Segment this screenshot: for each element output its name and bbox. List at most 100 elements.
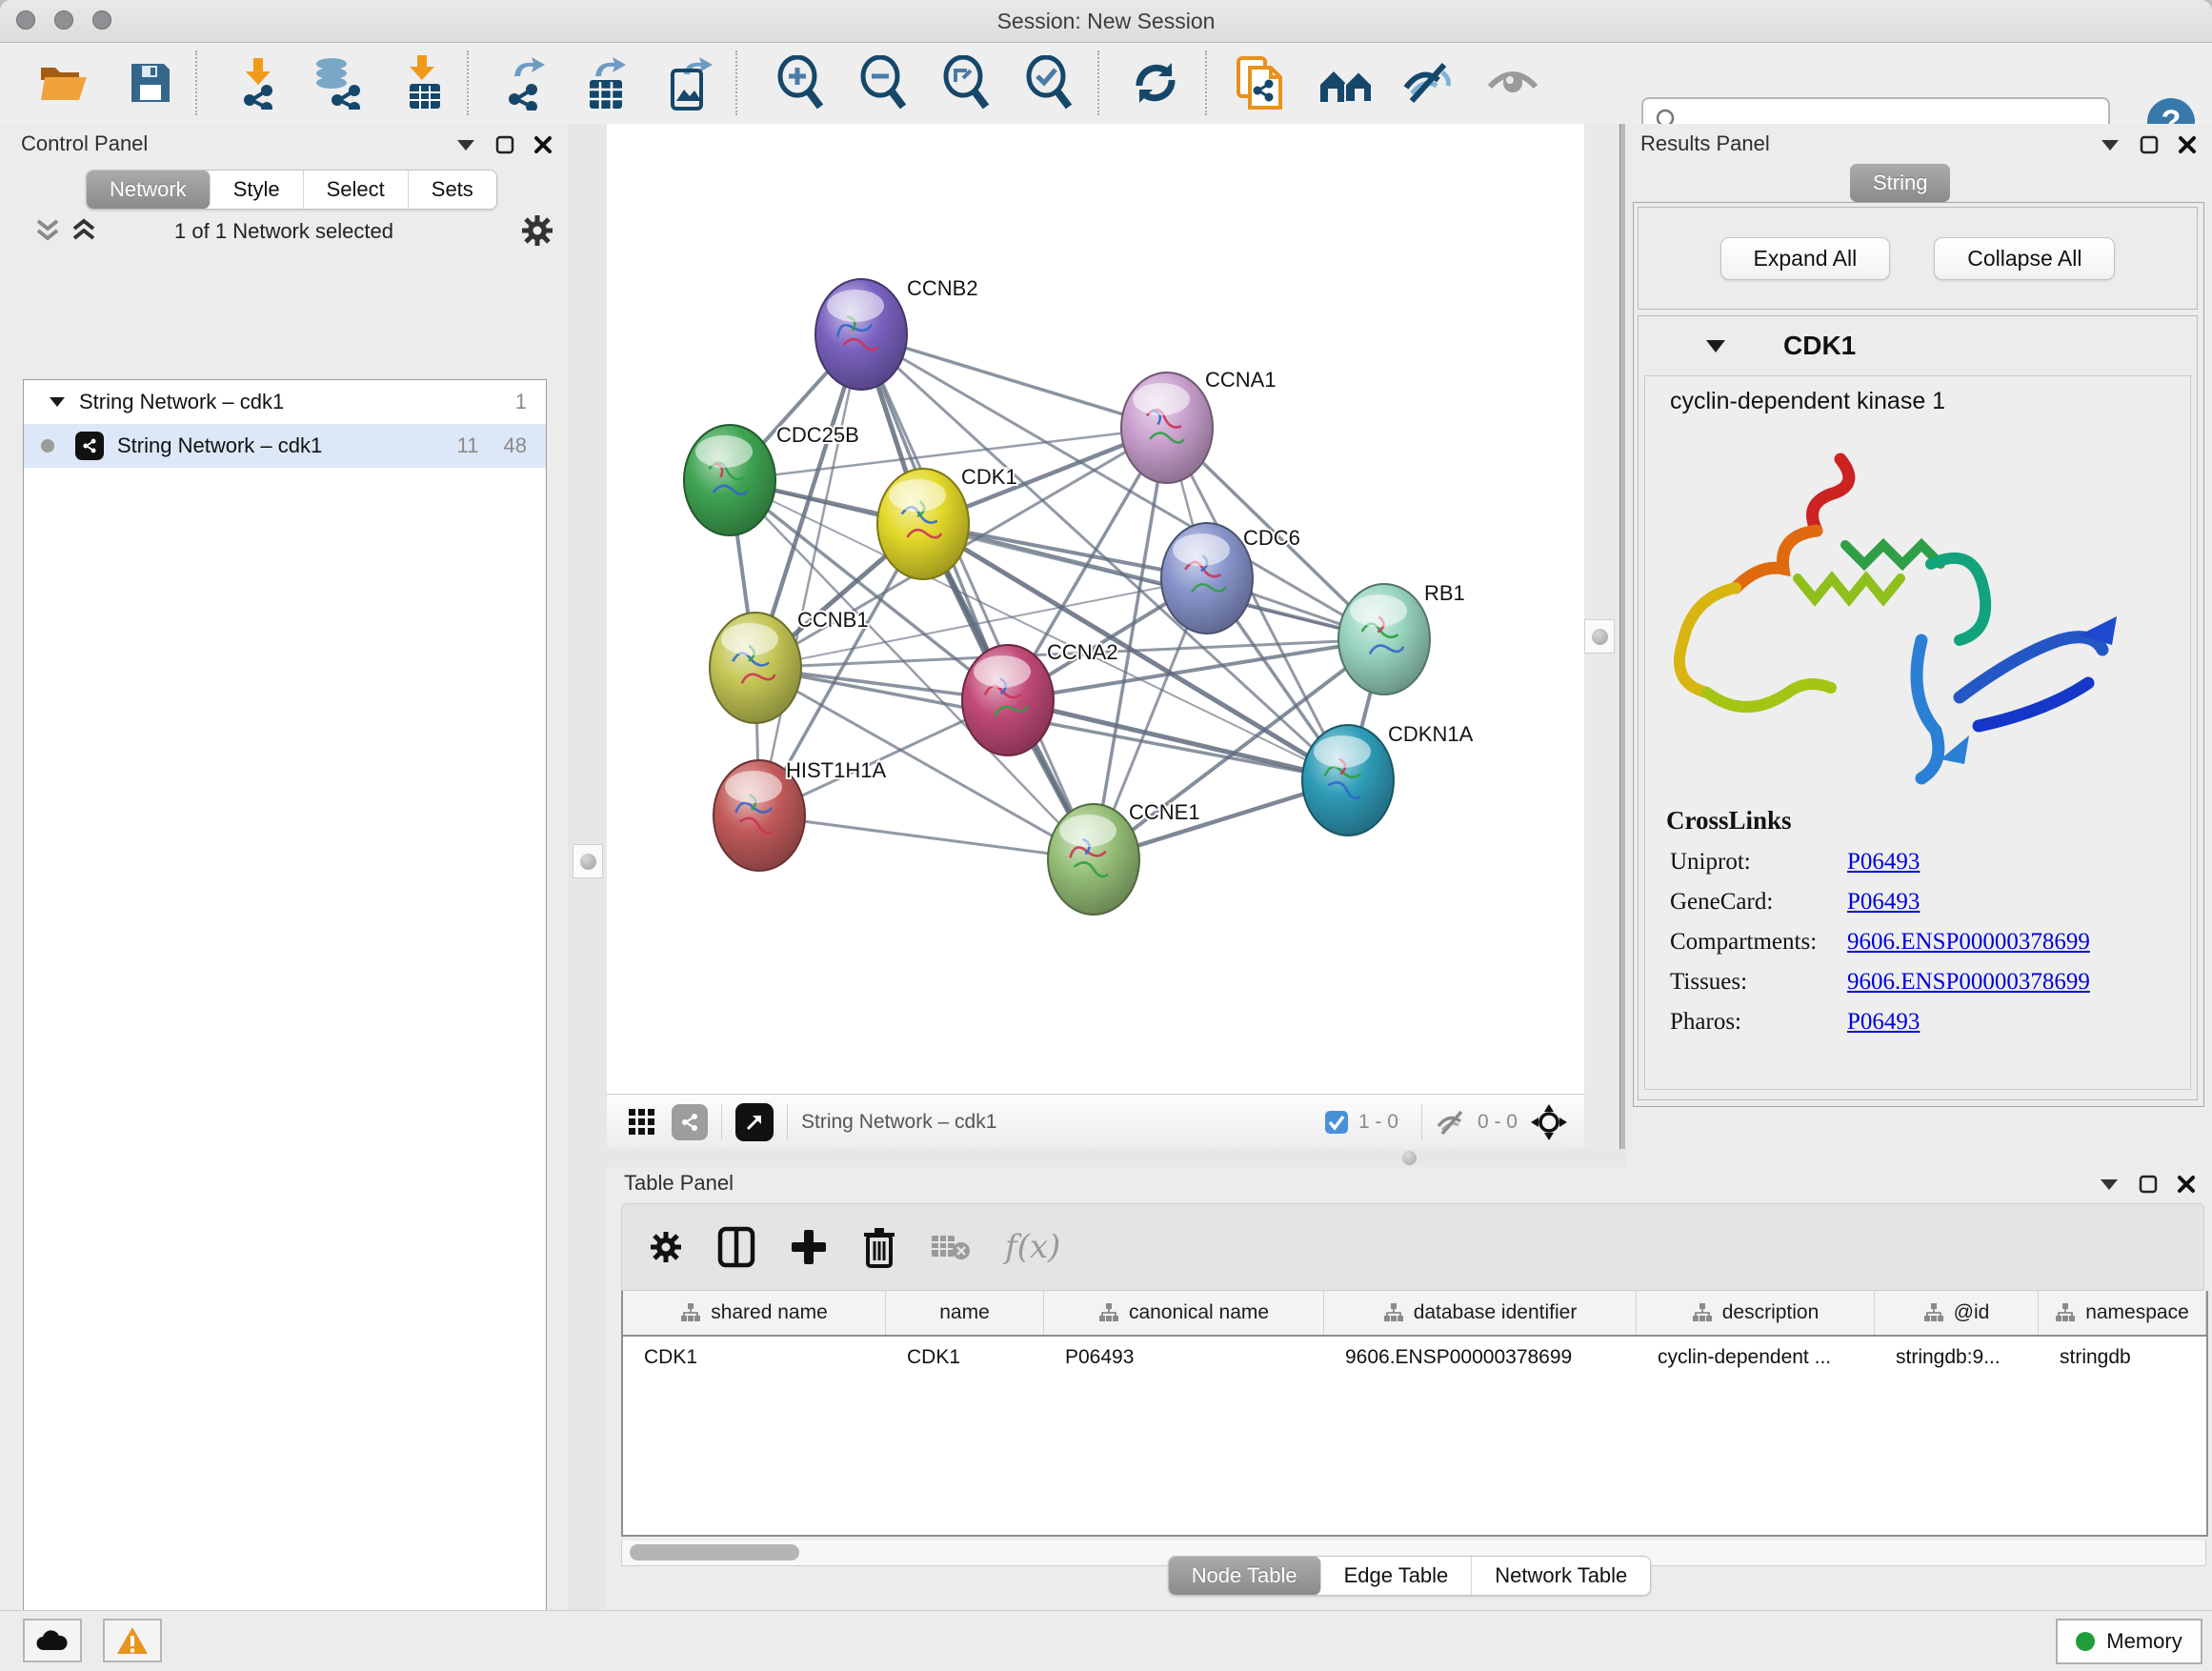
delete-table-icon[interactable]	[931, 1232, 971, 1262]
crosslink-link[interactable]: 9606.ENSP00000378699	[1847, 929, 2090, 956]
column-header-canonical-name[interactable]: canonical name	[1044, 1291, 1324, 1335]
zoom-in-icon[interactable]	[772, 54, 829, 111]
import-network-file-icon[interactable]	[230, 54, 287, 111]
zoom-selected-icon[interactable]	[1020, 54, 1077, 111]
table-row[interactable]: CDK1CDK1P064939606.ENSP00000378699cyclin…	[623, 1337, 2206, 1379]
table-cell[interactable]: stringdb:9...	[1875, 1346, 2039, 1369]
hide-selected-icon[interactable]	[1400, 54, 1458, 111]
column-header-database-identifier[interactable]: database identifier	[1324, 1291, 1637, 1335]
network-node[interactable]	[1048, 804, 1139, 915]
first-neighbors-icon[interactable]	[1318, 54, 1376, 111]
table-options-gear-icon[interactable]	[649, 1230, 683, 1264]
crosslink-link[interactable]: P06493	[1847, 1009, 1920, 1036]
collapse-arrow-icon[interactable]	[49, 396, 66, 408]
export-image-icon[interactable]	[663, 54, 720, 111]
memory-button[interactable]: Memory	[2056, 1619, 2202, 1664]
export-network-icon[interactable]	[496, 54, 553, 111]
show-all-icon[interactable]	[1484, 54, 1541, 111]
panel-menu-icon[interactable]	[2099, 1178, 2120, 1191]
close-panel-icon[interactable]	[2178, 135, 2197, 154]
section-collapse-icon[interactable]	[1705, 339, 1726, 353]
import-network-database-icon[interactable]	[309, 54, 366, 111]
crosslink-link[interactable]: P06493	[1847, 849, 1920, 876]
table-cell[interactable]: P06493	[1044, 1346, 1324, 1369]
column-header-description[interactable]: description	[1637, 1291, 1875, 1335]
show-columns-icon[interactable]	[717, 1226, 755, 1268]
network-badge-icon[interactable]	[672, 1104, 708, 1140]
float-panel-icon[interactable]	[2140, 135, 2159, 154]
function-builder-icon[interactable]: f(x)	[1005, 1228, 1060, 1266]
column-header-name[interactable]: name	[886, 1291, 1044, 1335]
footer-separator	[787, 1104, 788, 1140]
horizontal-splitter-handle[interactable]	[1402, 1151, 1417, 1165]
table-cell[interactable]: 9606.ENSP00000378699	[1324, 1346, 1637, 1369]
network-node[interactable]	[815, 279, 907, 390]
table-cell[interactable]: stringdb	[2039, 1346, 2206, 1369]
new-network-from-selection-icon[interactable]	[1231, 54, 1288, 111]
hidden-eye-icon[interactable]	[1436, 1109, 1468, 1136]
right-splitter[interactable]	[1584, 124, 1619, 1149]
left-splitter[interactable]	[568, 124, 607, 1610]
crosslink-link[interactable]: P06493	[1847, 889, 1920, 916]
add-column-icon[interactable]	[790, 1228, 828, 1266]
network-node[interactable]	[1121, 372, 1213, 483]
open-in-browser-icon[interactable]	[735, 1103, 774, 1141]
column-header--id[interactable]: @id	[1875, 1291, 2039, 1335]
column-header-shared-name[interactable]: shared name	[623, 1291, 886, 1335]
left-splitter-handle[interactable]	[573, 844, 603, 878]
gene-section-header[interactable]: CDK1	[1639, 316, 2197, 375]
selected-checkbox-icon[interactable]	[1324, 1110, 1349, 1135]
delete-column-icon[interactable]	[862, 1226, 896, 1268]
close-panel-icon[interactable]	[533, 135, 553, 154]
export-table-icon[interactable]	[578, 54, 635, 111]
network-node[interactable]	[710, 613, 801, 723]
float-panel-icon[interactable]	[2139, 1175, 2158, 1194]
panel-menu-icon[interactable]	[2100, 138, 2121, 151]
tab-style[interactable]: Style	[211, 171, 304, 209]
tab-node-table[interactable]: Node Table	[1169, 1557, 1321, 1595]
table-cell[interactable]: cyclin-dependent ...	[1637, 1346, 1875, 1369]
float-panel-icon[interactable]	[495, 135, 514, 154]
warnings-button[interactable]	[103, 1619, 162, 1662]
table-cell[interactable]: CDK1	[623, 1346, 886, 1369]
network-collection-row[interactable]: String Network – cdk1 1	[24, 380, 546, 424]
toolbar-separator	[735, 50, 737, 115]
network-node[interactable]	[1161, 523, 1253, 634]
network-node[interactable]	[1302, 725, 1394, 836]
network-edge[interactable]	[861, 334, 1094, 859]
grid-view-icon[interactable]	[628, 1108, 656, 1137]
column-header-namespace[interactable]: namespace	[2039, 1291, 2206, 1335]
network-row[interactable]: String Network – cdk1 11 48	[24, 424, 546, 468]
network-edge[interactable]	[861, 334, 1167, 428]
fit-selection-crosshair-icon[interactable]	[1531, 1104, 1567, 1140]
tab-network-table[interactable]: Network Table	[1472, 1557, 1650, 1595]
tab-network[interactable]: Network	[87, 171, 211, 209]
collapse-all-button[interactable]: Collapse All	[1934, 237, 2115, 280]
refresh-icon[interactable]	[1127, 54, 1184, 111]
network-node[interactable]	[1338, 584, 1430, 695]
import-table-icon[interactable]	[395, 54, 452, 111]
tab-select[interactable]: Select	[304, 171, 409, 209]
panel-menu-icon[interactable]	[455, 138, 476, 151]
network-edge[interactable]	[759, 334, 861, 815]
network-node[interactable]	[962, 645, 1054, 755]
right-splitter-handle[interactable]	[1584, 619, 1615, 654]
expand-all-button[interactable]: Expand All	[1720, 237, 1891, 280]
network-node[interactable]	[684, 425, 775, 535]
close-panel-icon[interactable]	[2177, 1175, 2196, 1194]
tab-edge-table[interactable]: Edge Table	[1321, 1557, 1473, 1595]
tab-sets[interactable]: Sets	[409, 171, 496, 209]
network-options-gear-icon[interactable]	[520, 213, 554, 248]
network-node[interactable]	[877, 469, 969, 579]
crosslink-link[interactable]: 9606.ENSP00000378699	[1847, 969, 2090, 996]
network-edge[interactable]	[1008, 700, 1348, 780]
network-edge[interactable]	[759, 815, 1094, 859]
zoom-fit-icon[interactable]	[937, 54, 995, 111]
table-cell[interactable]: CDK1	[886, 1346, 1044, 1369]
tab-string[interactable]: String	[1850, 164, 1950, 202]
network-canvas[interactable]: CCNB2CCNA1CDC25BCDK1CDC6RB1CCNB1CCNA2CDK…	[607, 124, 1584, 1094]
open-session-icon[interactable]	[35, 54, 92, 111]
zoom-out-icon[interactable]	[855, 54, 912, 111]
save-session-icon[interactable]	[122, 54, 179, 111]
cloud-status-button[interactable]	[23, 1619, 82, 1662]
